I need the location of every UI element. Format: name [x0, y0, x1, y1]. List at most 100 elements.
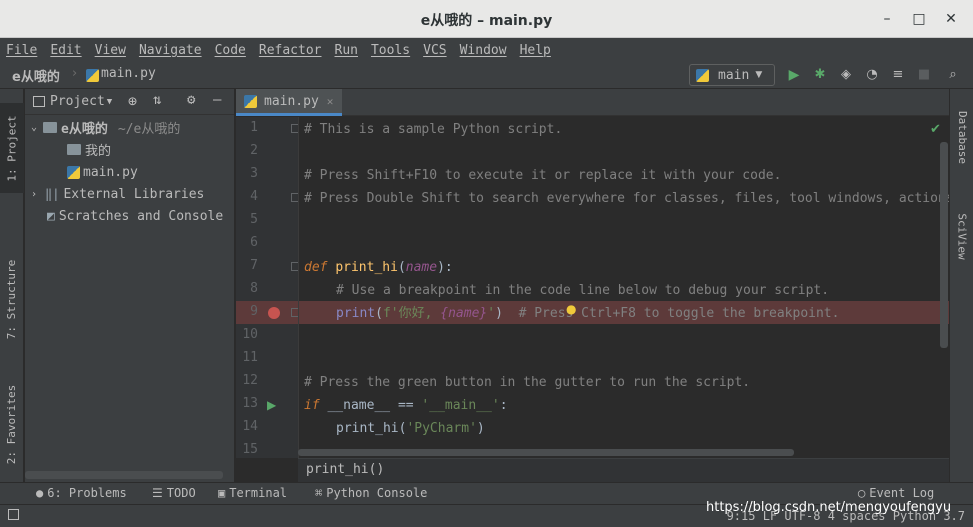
string-literal: f'你好, — [382, 306, 441, 321]
gear-icon[interactable]: ⚙ — [187, 92, 195, 108]
profile-icon[interactable]: ◔ — [863, 66, 881, 84]
tab-sciview[interactable]: SciView — [950, 201, 973, 271]
indent-guide — [298, 117, 299, 458]
run-icon[interactable]: ▶ — [785, 66, 803, 84]
tab-favorites[interactable]: 2: Favorites — [0, 374, 24, 474]
menu-tools[interactable]: Tools — [371, 43, 410, 58]
tree-item-folder[interactable]: 我的 — [67, 138, 111, 160]
operator: == — [397, 398, 414, 413]
project-view-select[interactable]: Project — [50, 94, 105, 109]
breadcrumb-project[interactable]: e从哦的 — [12, 66, 60, 85]
tab-label: main.py — [264, 93, 319, 109]
tab-structure[interactable]: 7: Structure — [0, 249, 24, 349]
menu-run[interactable]: Run — [335, 43, 358, 58]
left-tool-stripe: 1: Project 7: Structure 2: Favorites — [0, 89, 24, 482]
breadcrumb-separator-icon: › — [72, 66, 78, 81]
menu-help[interactable]: Help — [520, 43, 551, 58]
python-console-tool-button[interactable]: ⌘ Python Console — [315, 486, 427, 500]
tab-sciview-label: SciView — [955, 212, 969, 260]
code-line-1: # This is a sample Python script. — [304, 122, 563, 137]
coverage-icon[interactable]: ◈ — [837, 66, 855, 84]
code-editor[interactable]: # This is a sample Python script. # Pres… — [298, 117, 949, 458]
tab-project[interactable]: 1: Project — [0, 103, 24, 193]
maximize-icon[interactable]: □ — [908, 8, 930, 30]
function-call: print_hi — [336, 421, 399, 436]
menu-edit[interactable]: Edit — [50, 43, 81, 58]
horizontal-scrollbar[interactable] — [25, 471, 223, 479]
close-icon[interactable]: ✕ — [940, 8, 962, 30]
tab-main-py[interactable]: main.py ✕ — [236, 89, 342, 116]
code-breadcrumb[interactable]: print_hi() — [298, 458, 949, 482]
code-line-8: # Use a breakpoint in the code line belo… — [336, 283, 830, 298]
menu-code[interactable]: Code — [215, 43, 246, 58]
build-icon[interactable]: ≡ — [889, 66, 907, 84]
line-number: 13 — [242, 396, 258, 411]
breadcrumb-function[interactable]: print_hi() — [306, 462, 384, 477]
folder-icon — [43, 121, 58, 133]
function-name: print_hi — [335, 260, 398, 275]
toggle-tool-windows-icon[interactable] — [8, 509, 19, 520]
right-tool-stripe: Database SciView — [949, 89, 973, 482]
locate-icon[interactable]: ⊕ — [128, 92, 137, 110]
tree-item-file[interactable]: main.py — [67, 161, 138, 183]
tree-item-root[interactable]: ⌄ e从哦的 ~/e从哦的 — [31, 116, 180, 138]
string-literal: ' — [487, 306, 496, 321]
line-number: 12 — [242, 373, 258, 388]
code-line-4: # Press Double Shift to search everywher… — [304, 191, 949, 206]
run-configuration-select[interactable]: main ▼ — [689, 64, 775, 86]
watermark-text: https://blog.csdn.net/mengyoufengyu — [706, 500, 952, 515]
todo-tool-button[interactable]: ☰ TODO — [152, 486, 196, 500]
close-tab-icon[interactable]: ✕ — [327, 95, 334, 108]
identifier: __name__ — [327, 398, 391, 413]
project-panel-header: Project ▼ ⊕ ⇅ ⚙ — — [25, 89, 234, 115]
problems-tool-button[interactable]: ● 6: Problems — [36, 486, 127, 500]
collapse-all-icon[interactable]: ⇅ — [153, 92, 161, 108]
hide-panel-icon[interactable]: — — [213, 92, 221, 108]
line-number: 4 — [250, 189, 258, 204]
python-file-icon — [86, 69, 99, 82]
line-number: 3 — [250, 166, 258, 181]
tree-item-scratches[interactable]: ◩ Scratches and Console — [47, 205, 223, 227]
menu-refactor[interactable]: Refactor — [259, 43, 322, 58]
menu-navigate[interactable]: Navigate — [139, 43, 202, 58]
line-number: 15 — [242, 442, 258, 457]
chevron-right-icon[interactable]: › — [31, 189, 37, 200]
event-log-tool-button[interactable]: ◯ Event Log — [858, 486, 934, 500]
string-literal: 'PyCharm' — [406, 421, 477, 436]
menu-view[interactable]: View — [95, 43, 126, 58]
menu-vcs[interactable]: VCS — [423, 43, 446, 58]
vertical-scrollbar[interactable] — [940, 142, 948, 348]
lightbulb-icon[interactable]: ● — [566, 302, 576, 316]
minimize-icon[interactable]: – — [876, 8, 898, 30]
editor-tabs: main.py ✕ — [236, 89, 949, 116]
inspection-ok-icon[interactable]: ✔ — [930, 122, 941, 137]
terminal-icon: ▣ — [218, 486, 226, 500]
todo-label: TODO — [166, 486, 196, 500]
menu-window[interactable]: Window — [460, 43, 507, 58]
tab-project-label: 1: Project — [5, 114, 19, 182]
chevron-down-icon[interactable]: ⌄ — [31, 122, 37, 133]
search-icon[interactable]: ⌕ — [944, 66, 962, 84]
run-gutter-icon[interactable]: ▶ — [267, 398, 276, 412]
editor-horizontal-scrollbar[interactable] — [298, 449, 794, 456]
tree-item-libraries[interactable]: › ‖| External Libraries — [31, 183, 204, 205]
code-line-13: if __name__ == '__main__': — [304, 398, 508, 413]
tree-item-label: External Libraries — [63, 186, 205, 202]
menu-file[interactable]: File — [6, 43, 37, 58]
tab-favorites-label: 2: Favorites — [5, 384, 19, 464]
terminal-tool-button[interactable]: ▣ Terminal — [218, 486, 287, 500]
tab-database[interactable]: Database — [950, 97, 973, 177]
tree-item-label: Scratches and Console — [58, 208, 224, 224]
problems-icon: ● — [36, 486, 44, 500]
breadcrumb-file[interactable]: main.py — [101, 66, 156, 81]
stop-icon[interactable]: ■ — [915, 66, 933, 84]
breakpoint-icon[interactable] — [268, 307, 280, 319]
python-file-icon — [244, 94, 257, 108]
tree-item-label: main.py — [83, 164, 138, 180]
chevron-down-icon[interactable]: ▼ — [107, 97, 112, 107]
folder-icon — [67, 143, 81, 155]
debug-icon[interactable]: ✱ — [811, 66, 829, 84]
code-line-12: # Press the green button in the gutter t… — [304, 375, 751, 390]
keyword: if — [304, 398, 320, 413]
python-icon — [696, 68, 709, 82]
